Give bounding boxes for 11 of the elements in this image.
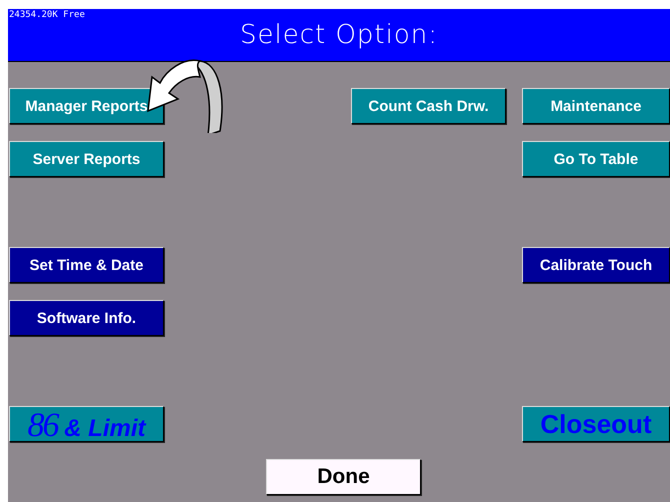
option-button[interactable]: Server Reports — [9, 141, 164, 177]
option-button[interactable]: Manager Reports — [9, 88, 164, 124]
option-button[interactable]: Calibrate Touch — [522, 247, 670, 283]
option-button[interactable]: Set Time & Date — [9, 247, 164, 283]
option-button[interactable]: Count Cash Drw. — [351, 88, 506, 124]
option-button[interactable]: Software Info. — [9, 300, 164, 336]
option-button[interactable]: Maintenance — [522, 88, 670, 124]
screen-title: Select Option: — [240, 20, 438, 50]
option-button[interactable]: Go To Table — [522, 141, 670, 177]
done-button[interactable]: Done — [266, 459, 421, 495]
memory-status: 24354.20K Free — [9, 10, 85, 20]
